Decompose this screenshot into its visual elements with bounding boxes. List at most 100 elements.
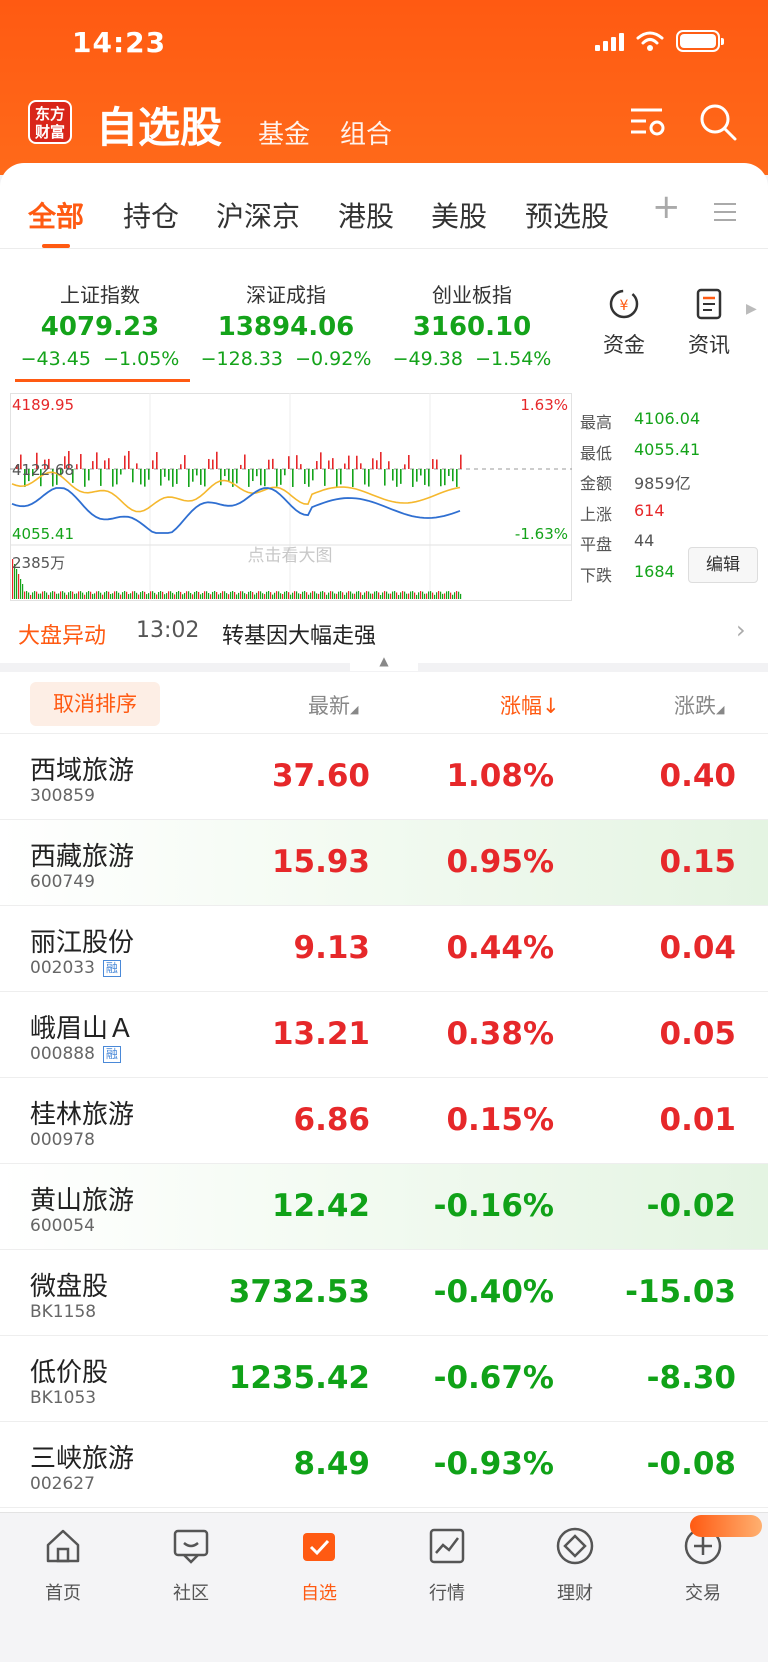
volume-bar xyxy=(442,593,444,599)
nav-market[interactable]: 行情 xyxy=(397,1525,497,1605)
breadth-bar xyxy=(292,469,294,487)
table-row[interactable]: 丽江股份 002033 融 9.13 0.44% 0.04 xyxy=(0,906,768,992)
stock-code: BK1053 xyxy=(30,1388,97,1408)
tab-preselect[interactable]: 预选股 xyxy=(525,195,609,235)
table-row[interactable]: 黄山旅游 600054 12.42 -0.16% -0.02 xyxy=(0,1164,768,1250)
breadth-bar xyxy=(164,469,166,477)
list-header: 取消排序 最新◢ 涨幅↓ 涨跌◢ xyxy=(0,672,768,734)
collapse-toggle-icon[interactable]: ▲ xyxy=(350,651,418,671)
chevron-right-icon[interactable]: ▶ xyxy=(746,301,757,317)
volume-bar xyxy=(434,594,436,599)
index-card-cyb[interactable]: 创业板指 3160.10 −49.38 −1.54% xyxy=(382,279,562,370)
volume-bar xyxy=(376,591,378,599)
table-row[interactable]: 低价股 BK1053 1235.42 -0.67% -8.30 xyxy=(0,1336,768,1422)
list-settings-icon[interactable] xyxy=(628,102,668,142)
chevron-right-icon: › xyxy=(736,616,746,644)
intraday-chart[interactable]: 4189.95 4122.68 4055.41 1.63% -1.63% 238… xyxy=(10,393,572,601)
tab-holdings[interactable]: 持仓 xyxy=(123,195,179,235)
news-link[interactable]: 资讯 xyxy=(679,287,739,359)
nav-home[interactable]: 首页 xyxy=(13,1525,113,1605)
volume-bar xyxy=(44,591,46,599)
stat-row: 金额 9859亿 xyxy=(580,474,691,493)
breadth-bar xyxy=(460,454,462,469)
volume-bar xyxy=(54,591,56,599)
table-row[interactable]: 西域旅游 300859 37.60 1.08% 0.40 xyxy=(0,734,768,820)
breadth-bar xyxy=(120,469,122,475)
nav-wealth[interactable]: 理财 xyxy=(525,1525,625,1605)
tab-fund[interactable]: 基金 xyxy=(258,114,310,151)
stat-row: 最高 4106.04 xyxy=(580,409,701,432)
breadth-bar xyxy=(136,463,138,469)
volume-bar xyxy=(140,592,142,599)
stock-change-pct: -0.40% xyxy=(433,1274,554,1310)
tab-hs-jing[interactable]: 沪深京 xyxy=(216,195,300,235)
table-row[interactable]: 桂林旅游 000978 6.86 0.15% 0.01 xyxy=(0,1078,768,1164)
nav-watchlist[interactable]: 自选 xyxy=(269,1525,369,1605)
stat-row: 上涨 614 xyxy=(580,500,665,524)
stock-change: -0.08 xyxy=(646,1446,736,1482)
sort-pct-header[interactable]: 涨幅↓ xyxy=(500,690,560,720)
volume-bar xyxy=(316,593,318,599)
volume-bar xyxy=(254,594,256,599)
volume-bar xyxy=(342,592,344,599)
table-row[interactable]: 三峡旅游 002627 8.49 -0.93% -0.08 xyxy=(0,1422,768,1508)
stock-change: 0.15 xyxy=(659,844,737,880)
breadth-bar xyxy=(172,469,174,487)
breadth-bar xyxy=(228,469,230,482)
capital-link[interactable]: ¥ 资金 xyxy=(594,287,654,359)
index-card-sh[interactable]: 上证指数 4079.23 −43.45 −1.05% xyxy=(10,279,190,370)
breadth-bar xyxy=(152,460,154,469)
stock-price: 9.13 xyxy=(293,930,371,966)
tab-hk[interactable]: 港股 xyxy=(338,195,394,235)
volume-bar xyxy=(74,593,76,599)
volume-bar xyxy=(282,594,284,599)
breadth-bar xyxy=(380,452,382,469)
volume-bar xyxy=(294,591,296,599)
breadth-bar xyxy=(204,469,206,487)
volume-bar xyxy=(200,594,202,599)
tab-combo[interactable]: 组合 xyxy=(340,114,392,151)
sort-latest-header[interactable]: 最新◢ xyxy=(308,690,358,720)
add-tab-icon[interactable]: + xyxy=(652,187,681,227)
app-logo[interactable]: 东方 财富 xyxy=(28,100,72,144)
table-row[interactable]: 微盘股 BK1158 3732.53 -0.40% -15.03 xyxy=(0,1250,768,1336)
table-row[interactable]: 西藏旅游 600749 15.93 0.95% 0.15 xyxy=(0,820,768,906)
y-top-label: 4189.95 xyxy=(12,396,74,414)
volume-bar xyxy=(428,591,430,599)
nav-trade[interactable]: 交易 xyxy=(653,1525,753,1605)
volume-bar xyxy=(234,592,236,599)
volume-bar xyxy=(106,591,108,599)
page-title[interactable]: 自选股 xyxy=(96,94,222,155)
volume-bar xyxy=(38,593,40,599)
volume-bar xyxy=(84,594,86,599)
volume-bar xyxy=(354,593,356,599)
breadth-bar xyxy=(316,461,318,469)
edit-button[interactable]: 编辑 xyxy=(688,547,758,583)
volume-bar xyxy=(174,594,176,599)
tab-all[interactable]: 全部 xyxy=(28,195,84,235)
volume-bar xyxy=(196,591,198,599)
breadth-bar xyxy=(328,460,330,469)
nav-community[interactable]: 社区 xyxy=(141,1525,241,1605)
promo-badge[interactable] xyxy=(690,1515,762,1537)
index-card-sz[interactable]: 深证成指 13894.06 −128.33 −0.92% xyxy=(196,279,376,370)
volume-bar xyxy=(62,591,64,599)
volume-bar xyxy=(192,594,194,599)
volume-bar xyxy=(124,591,126,599)
volume-bar xyxy=(368,591,370,599)
watchlist-tabs: 全部 持仓 沪深京 港股 美股 预选股 + xyxy=(0,163,768,249)
tab-us[interactable]: 美股 xyxy=(431,195,487,235)
tab-menu-icon[interactable] xyxy=(714,203,736,227)
breadth-bar xyxy=(352,469,354,487)
search-icon[interactable] xyxy=(698,102,738,142)
volume-bar xyxy=(312,591,314,599)
volume-bar xyxy=(292,592,294,599)
stock-change-pct: 1.08% xyxy=(446,758,554,794)
volume-bar xyxy=(426,593,428,599)
volume-bar xyxy=(390,593,392,599)
sort-change-header[interactable]: 涨跌◢ xyxy=(674,690,724,720)
cancel-sort-button[interactable]: 取消排序 xyxy=(30,682,160,726)
table-row[interactable]: 峨眉山Ａ 000888 融 13.21 0.38% 0.05 xyxy=(0,992,768,1078)
volume-bar xyxy=(48,594,50,599)
volume-bar xyxy=(314,591,316,599)
